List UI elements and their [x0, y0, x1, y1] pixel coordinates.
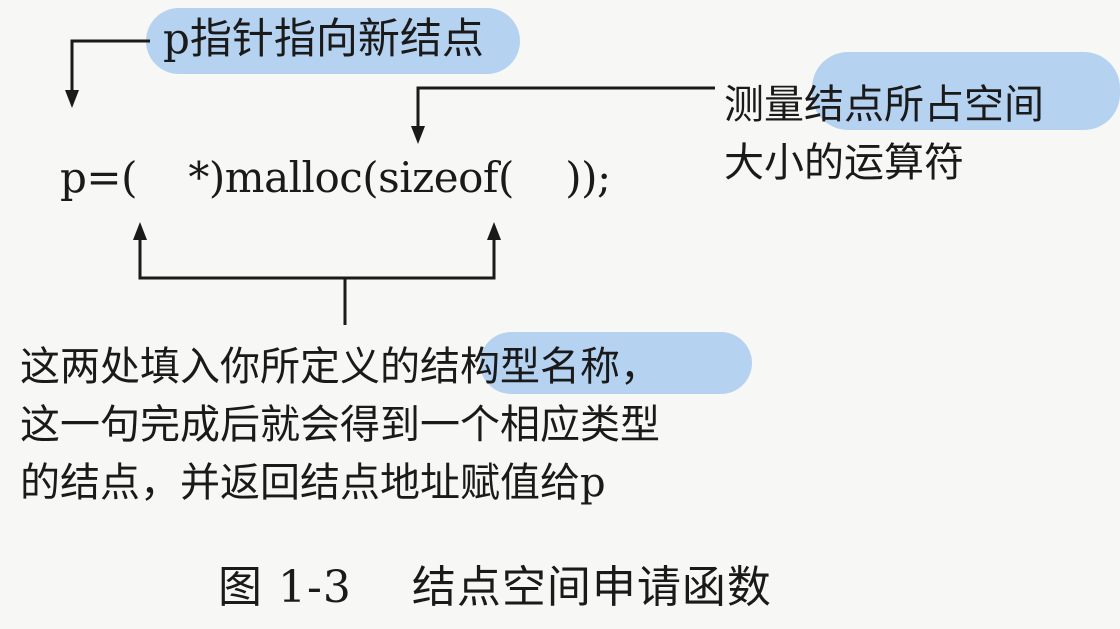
sizeof-annotation: 测量结点所占空间 大小的运算符 [724, 76, 1120, 192]
diagram-canvas: p指针指向新结点 测量结点所占空间 大小的运算符 p=( *)malloc(si… [0, 0, 1120, 629]
malloc-code-statement: p=( *)malloc(sizeof( )); [60, 153, 611, 202]
figure-title: 结点空间申请函数 [411, 562, 772, 613]
sizeof-annotation-line-1: 测量结点所占空间 [724, 82, 1044, 128]
type-name-annotation: 这两处填入你所定义的结构型名称， 这一句完成后就会得到一个相应类型 的结点，并返… [20, 338, 780, 512]
pointer-annotation: p指针指向新结点 [163, 14, 484, 63]
sizeof-annotation-line-2: 大小的运算符 [724, 140, 964, 186]
type-annotation-line-3: 的结点，并返回结点地址赋值给p [20, 460, 606, 506]
figure-number: 图 1-3 [218, 562, 352, 613]
type-annotation-line-2: 这一句完成后就会得到一个相应类型 [20, 402, 660, 448]
figure-caption: 图 1-3 结点空间申请函数 [218, 566, 772, 610]
type-annotation-line-1: 这两处填入你所定义的结构型名称， [20, 344, 660, 390]
